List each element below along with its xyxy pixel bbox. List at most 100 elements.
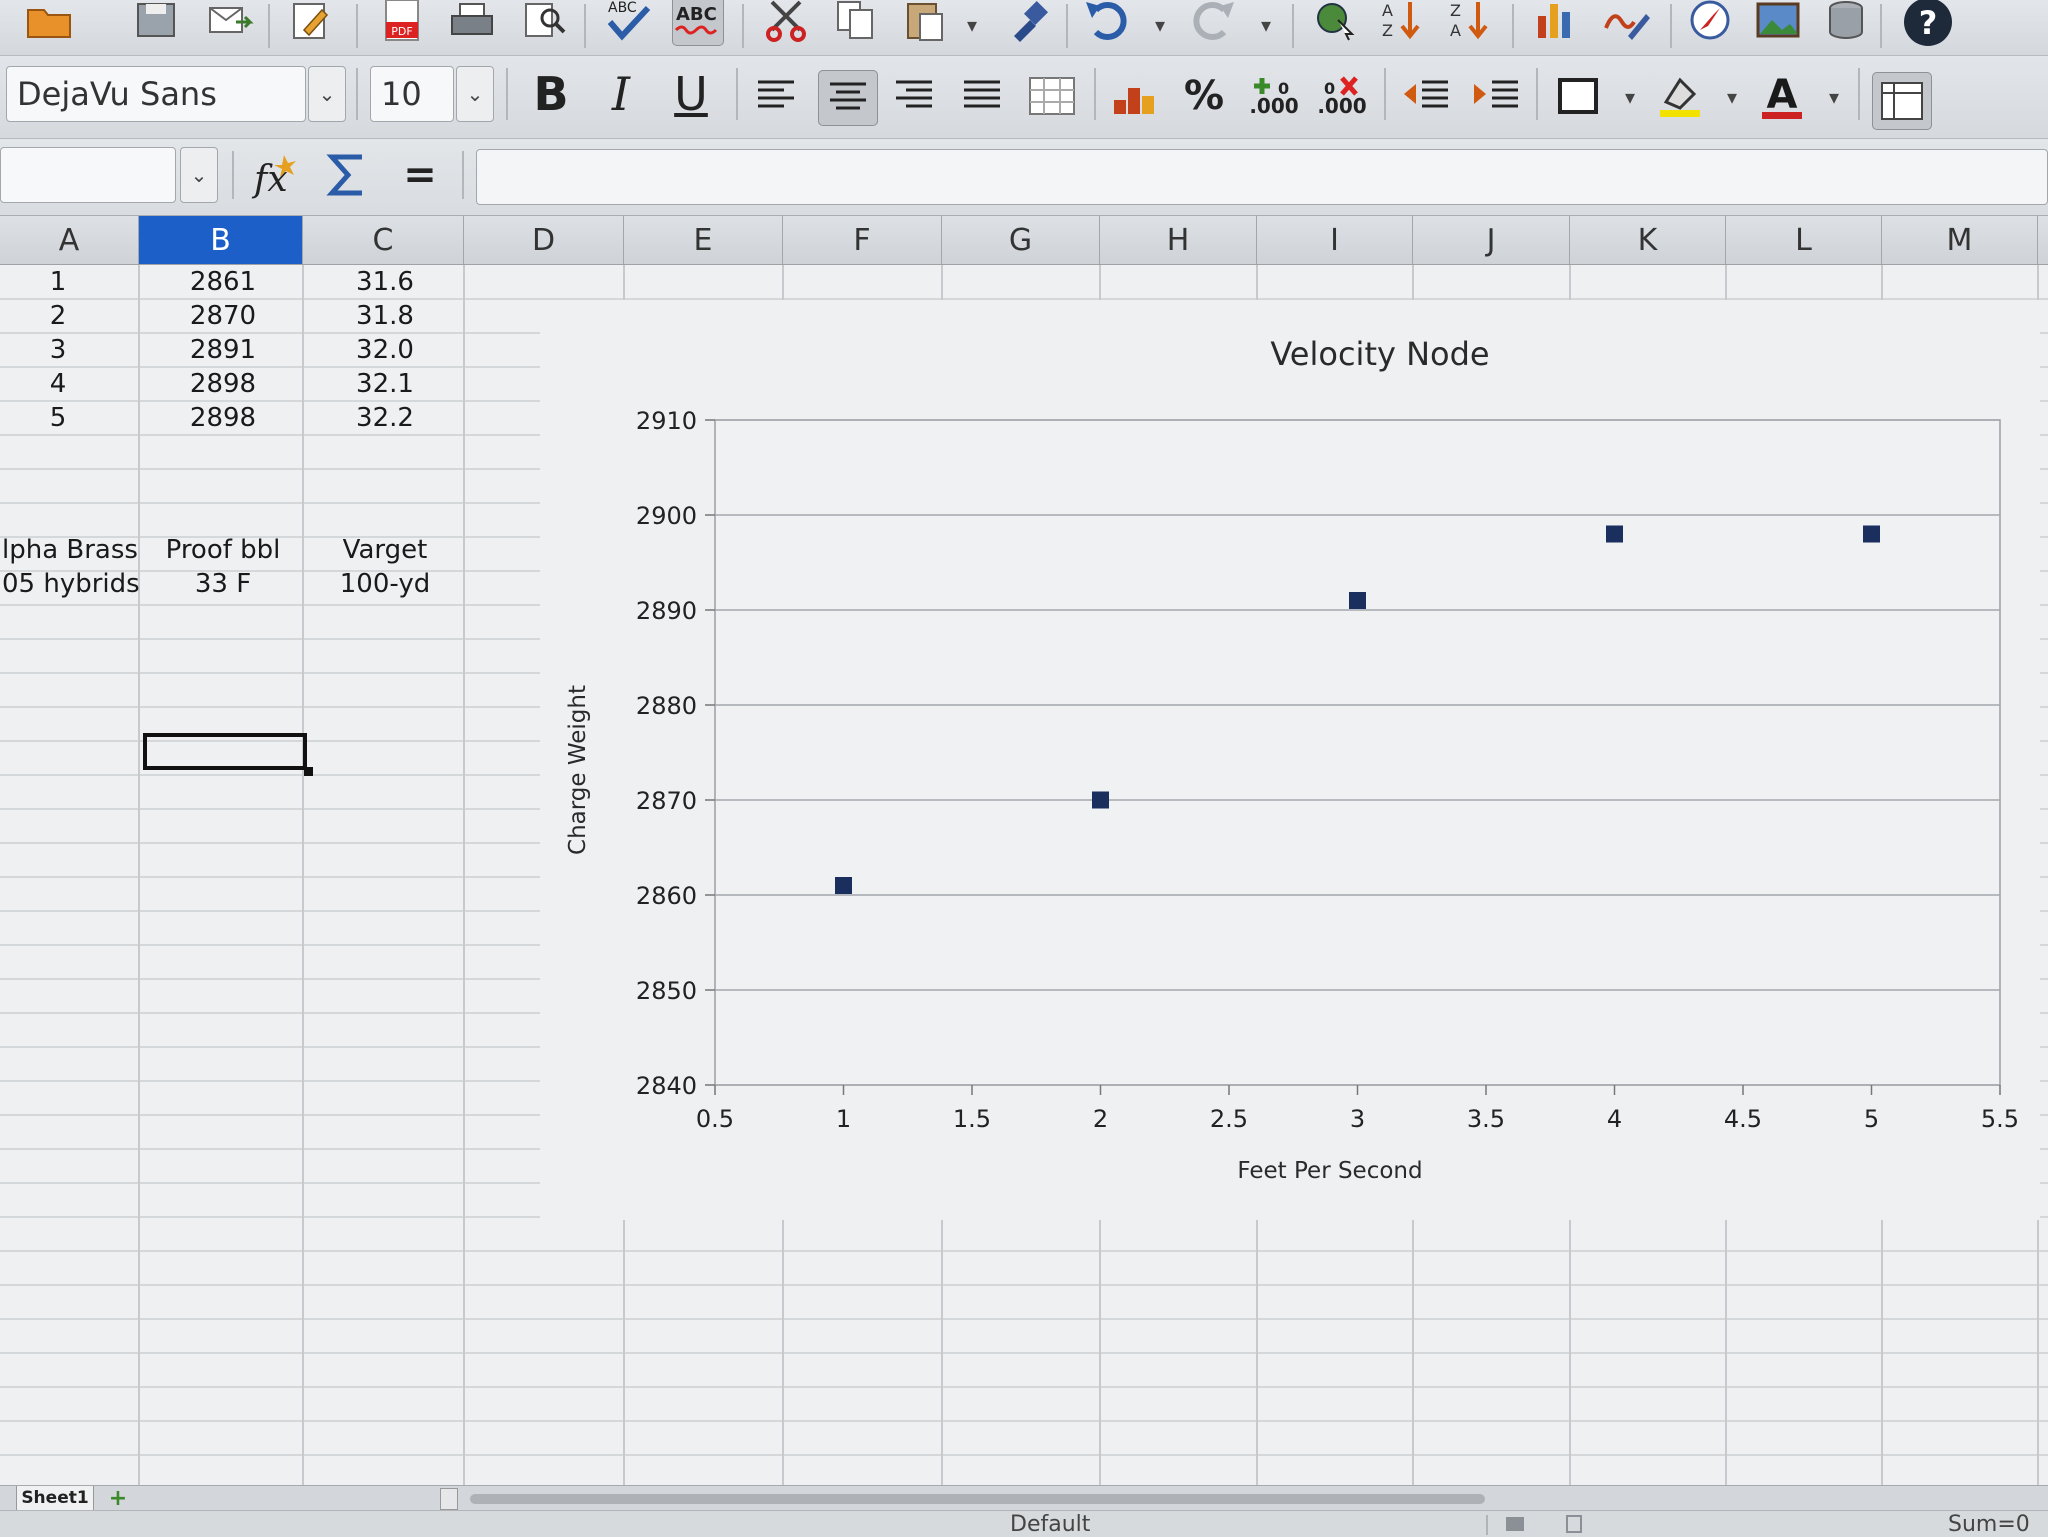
column-header-h[interactable]: H <box>1100 216 1257 264</box>
cell-c5[interactable]: 32.2 <box>305 401 465 435</box>
cell-a1[interactable]: 1 <box>0 265 116 299</box>
justify-icon[interactable] <box>956 70 1008 122</box>
cell-a3[interactable]: 3 <box>0 333 116 367</box>
print-icon[interactable] <box>446 0 498 46</box>
cell-c8[interactable]: Varget <box>305 533 465 567</box>
cell-cursor[interactable] <box>143 733 307 770</box>
export-pdf-icon[interactable]: PDF <box>376 0 428 46</box>
font-name-chevron-down-icon[interactable]: ⌄ <box>308 66 346 122</box>
column-header-f[interactable]: F <box>783 216 942 264</box>
cell-b2[interactable]: 2870 <box>143 299 303 333</box>
column-header-a[interactable]: A <box>0 216 139 264</box>
font-color-dropdown-chevron-icon[interactable]: ▾ <box>1824 82 1844 112</box>
page-preview-icon[interactable] <box>518 0 570 46</box>
name-box-chevron-down-icon[interactable]: ⌄ <box>180 147 218 203</box>
cell-b5[interactable]: 2898 <box>143 401 303 435</box>
scatter-chart[interactable]: 2840 2850 2860 2870 2880 2890 2900 2910 0.5 1 1.5 2… <box>540 300 2040 1220</box>
sum-sigma-icon[interactable] <box>322 149 374 201</box>
align-center-icon[interactable] <box>818 70 878 126</box>
formula-input[interactable] <box>476 149 2048 205</box>
cell-b4[interactable]: 2898 <box>143 367 303 401</box>
column-header-k[interactable]: K <box>1570 216 1726 264</box>
cell-a5[interactable]: 5 <box>0 401 116 435</box>
column-header-e[interactable]: E <box>624 216 783 264</box>
column-header-m[interactable]: M <box>1882 216 2038 264</box>
cell-a4[interactable]: 4 <box>0 367 116 401</box>
hyperlink-globe-icon[interactable] <box>1310 0 1362 46</box>
decrease-indent-icon[interactable] <box>1400 70 1452 122</box>
cut-icon[interactable] <box>760 0 812 46</box>
cell-b8[interactable]: Proof bbl <box>143 533 303 567</box>
column-header-b[interactable]: B <box>139 216 303 264</box>
undo-icon[interactable] <box>1080 0 1132 46</box>
font-color-icon[interactable]: A <box>1756 70 1808 122</box>
increase-indent-icon[interactable] <box>1470 70 1522 122</box>
redo-dropdown-chevron-icon[interactable]: ▾ <box>1256 10 1276 40</box>
sum-status[interactable]: Sum=0 <box>1948 1511 2030 1537</box>
cell-b3[interactable]: 2891 <box>143 333 303 367</box>
cell-c3[interactable]: 32.0 <box>305 333 465 367</box>
help-icon[interactable]: ? <box>1902 0 1954 48</box>
borders-dropdown-chevron-icon[interactable]: ▾ <box>1620 82 1640 112</box>
selection-mode-icon[interactable] <box>1506 1517 1524 1531</box>
sort-ascending-icon[interactable]: AZ <box>1378 0 1430 46</box>
cell-b9[interactable]: 33 F <box>143 567 303 601</box>
save-icon[interactable] <box>130 0 182 46</box>
add-decimal-place-button[interactable]: 0 .000 <box>1248 70 1300 122</box>
fill-handle[interactable] <box>304 767 313 776</box>
navigator-compass-icon[interactable] <box>1684 0 1736 46</box>
cell-b1[interactable]: 2861 <box>143 265 303 299</box>
gallery-image-icon[interactable] <box>1752 0 1804 46</box>
paste-dropdown-chevron-icon[interactable]: ▾ <box>962 10 982 40</box>
toggle-grid-lines-icon[interactable] <box>1872 72 1932 130</box>
delete-decimal-place-button[interactable]: 0 .000 <box>1316 70 1368 122</box>
page-style-status[interactable]: Default <box>1010 1511 1090 1537</box>
bold-button[interactable]: B <box>526 64 576 124</box>
copy-icon[interactable] <box>830 0 882 46</box>
clone-formatting-icon[interactable] <box>1002 0 1054 46</box>
email-document-icon[interactable] <box>204 0 256 46</box>
column-header-c[interactable]: C <box>303 216 464 264</box>
align-left-icon[interactable] <box>750 70 802 122</box>
column-header-l[interactable]: L <box>1726 216 1882 264</box>
spellcheck-icon[interactable]: ABC <box>602 0 654 46</box>
cell-c9[interactable]: 100-yd <box>305 567 465 601</box>
merge-cells-icon[interactable] <box>1026 70 1078 122</box>
borders-icon[interactable] <box>1552 70 1604 122</box>
open-folder-icon[interactable] <box>24 0 76 46</box>
formula-equals-button[interactable]: = <box>394 149 446 201</box>
horizontal-scrollbar[interactable] <box>470 1494 1485 1504</box>
cell-a9[interactable]: 05 hybrids <box>0 567 141 601</box>
align-right-icon[interactable] <box>888 70 940 122</box>
cell-a2[interactable]: 2 <box>0 299 116 333</box>
name-box[interactable] <box>0 147 176 203</box>
cell-c1[interactable]: 31.6 <box>305 265 465 299</box>
font-size-box[interactable]: 10 <box>370 66 454 122</box>
paste-icon[interactable] <box>900 0 952 46</box>
undo-dropdown-chevron-icon[interactable]: ▾ <box>1150 10 1170 40</box>
scroll-left-button[interactable] <box>440 1488 458 1510</box>
add-sheet-plus-icon[interactable]: + <box>98 1486 138 1511</box>
draw-functions-icon[interactable] <box>1600 0 1652 46</box>
italic-button[interactable]: I <box>596 64 646 124</box>
underline-button[interactable]: U <box>666 64 716 124</box>
data-sources-database-icon[interactable] <box>1820 0 1872 46</box>
insert-chart-icon[interactable] <box>1530 0 1582 46</box>
autospellcheck-icon[interactable]: ABC <box>672 0 724 46</box>
cell-c4[interactable]: 32.1 <box>305 367 465 401</box>
column-header-d[interactable]: D <box>464 216 624 264</box>
column-header-g[interactable]: G <box>942 216 1100 264</box>
edit-file-icon[interactable] <box>286 0 338 46</box>
sort-descending-icon[interactable]: ZA <box>1446 0 1498 46</box>
cell-a8[interactable]: lpha Brass <box>0 533 141 567</box>
currency-format-icon[interactable] <box>1108 70 1160 122</box>
font-size-chevron-down-icon[interactable]: ⌄ <box>456 66 494 122</box>
background-color-dropdown-chevron-icon[interactable]: ▾ <box>1722 82 1742 112</box>
redo-icon[interactable] <box>1188 0 1240 46</box>
font-name-box[interactable]: DejaVu Sans <box>6 66 306 122</box>
column-header-i[interactable]: I <box>1257 216 1413 264</box>
cell-c2[interactable]: 31.8 <box>305 299 465 333</box>
percent-format-button[interactable]: % <box>1178 70 1230 122</box>
function-wizard-icon[interactable]: fx <box>250 149 302 201</box>
column-header-j[interactable]: J <box>1413 216 1570 264</box>
